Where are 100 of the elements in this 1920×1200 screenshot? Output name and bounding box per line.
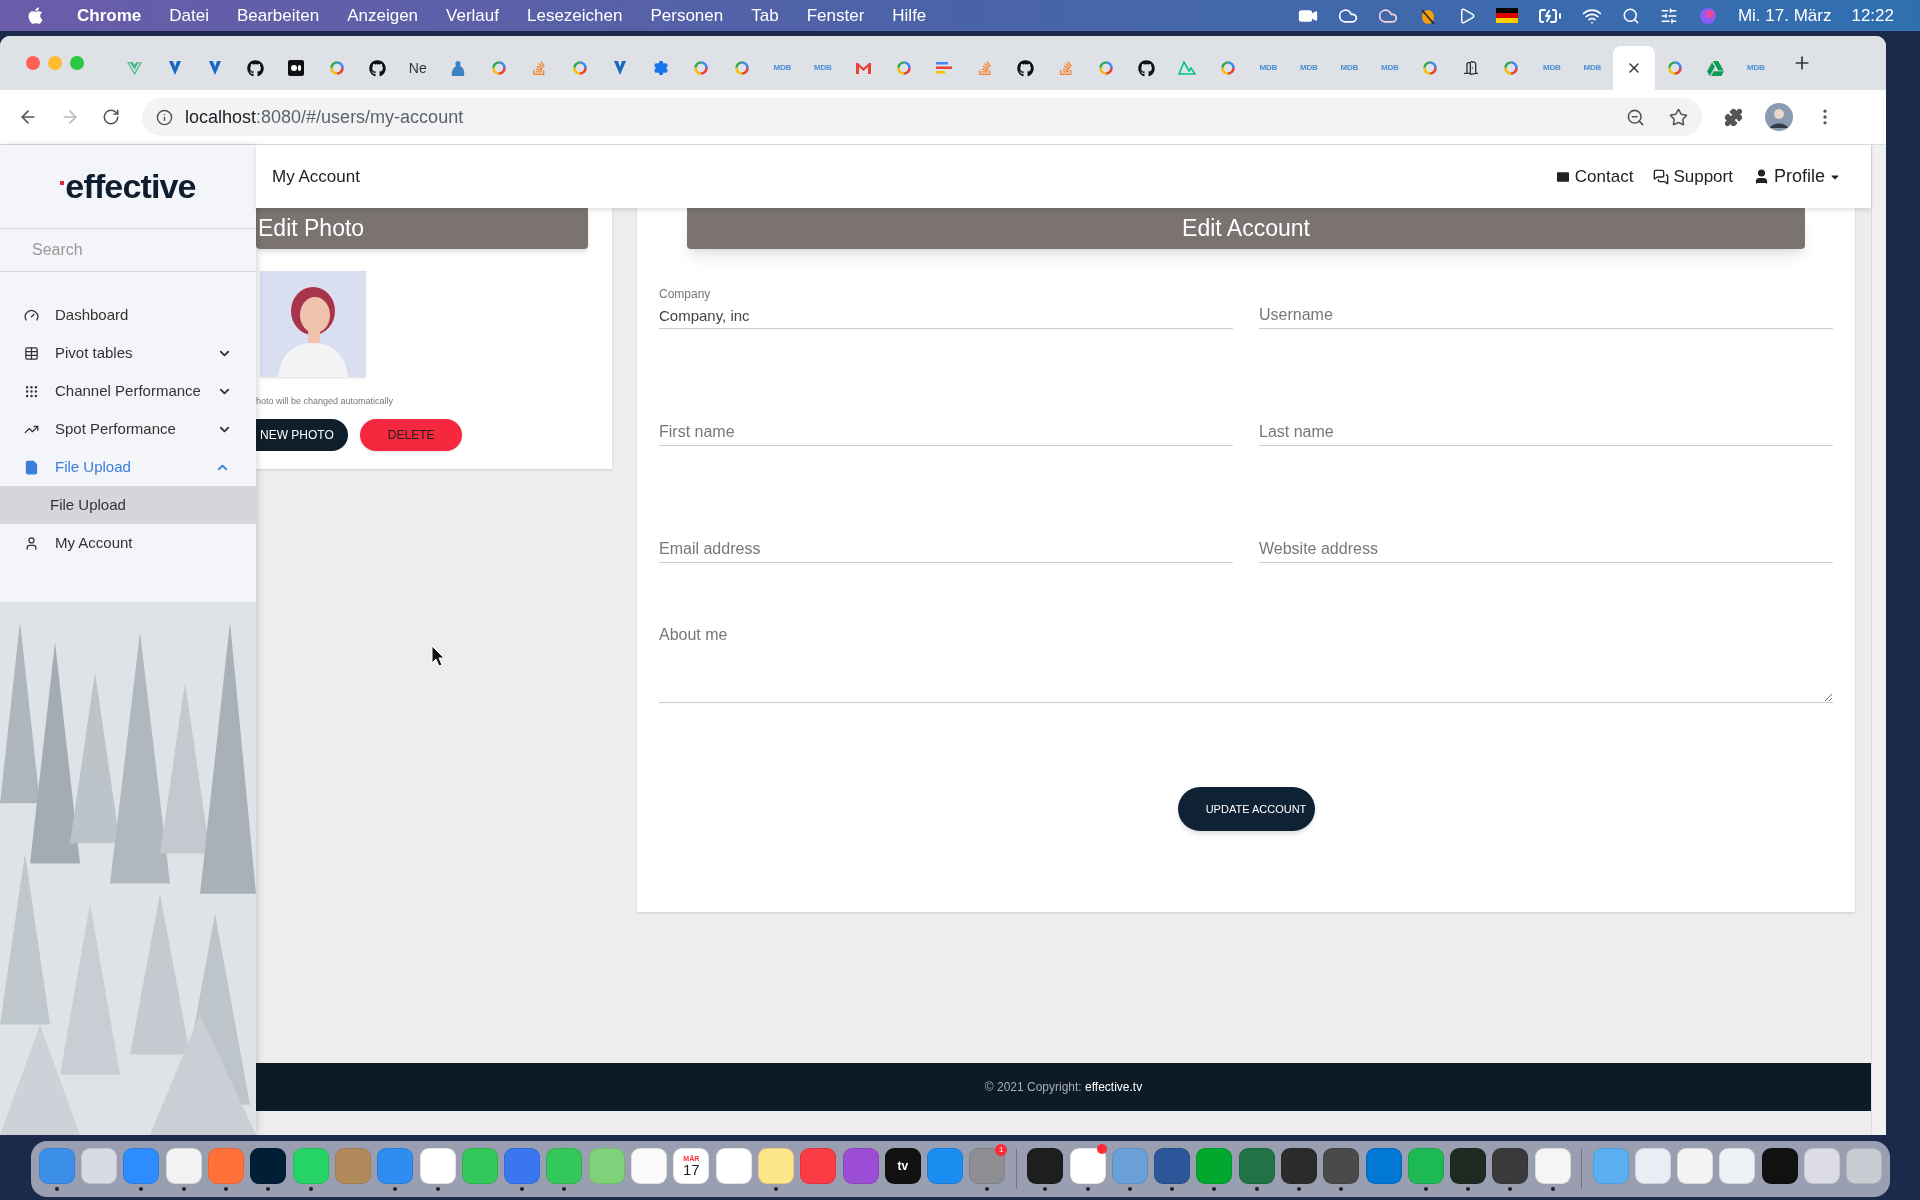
app-icon[interactable] [1025, 1147, 1066, 1191]
orb-icon[interactable] [1697, 5, 1718, 26]
favicon-text: MDB [1380, 62, 1399, 74]
favicon-icon [1706, 59, 1724, 77]
menu-date: Mi. 17. März [1737, 4, 1832, 27]
favicon-icon [1503, 60, 1520, 76]
flag-icon[interactable] [1495, 8, 1518, 23]
menu-item[interactable]: Personen [650, 2, 724, 29]
nav-item[interactable]: File Upload [0, 448, 256, 486]
minimize-window-button[interactable] [48, 56, 62, 70]
footer-link[interactable]: effective.tv [1085, 1080, 1143, 1094]
favicon-icon [976, 60, 993, 76]
favicon-text: MDB [813, 62, 832, 74]
delete-button[interactable]: DELETE [359, 418, 463, 451]
app-icon[interactable] [248, 1147, 289, 1191]
bookmark-star-icon[interactable] [1669, 107, 1688, 127]
favicon-icon [854, 61, 872, 75]
favicon-icon [1138, 59, 1156, 77]
nav-item[interactable]: Pivot tables [0, 334, 256, 372]
menu-item[interactable]: Datei [169, 2, 209, 29]
apple-icon[interactable] [26, 6, 45, 25]
favicon-icon [1098, 60, 1115, 76]
input-field[interactable]: Last name [1259, 418, 1833, 446]
tab-title: Ne [408, 58, 427, 78]
menu-clock: 12:22 [1851, 4, 1894, 27]
info-icon [156, 108, 173, 126]
zoom-icon[interactable] [1626, 107, 1645, 127]
app-icon[interactable] [1067, 1147, 1108, 1191]
favicon-icon [450, 59, 467, 77]
nav-item[interactable]: Spot Performance [0, 410, 256, 448]
notification-count: 1 [995, 1143, 1008, 1156]
input-field[interactable]: Company, inc [659, 303, 1233, 329]
menu-item[interactable]: Fenster [806, 2, 865, 29]
menu-item[interactable]: Anzeigen [347, 2, 419, 29]
logo[interactable]: effective [65, 161, 196, 212]
field-label: Company [659, 286, 712, 303]
input-field[interactable]: First name [659, 418, 1233, 446]
nav-subitem[interactable]: File Upload [0, 486, 256, 524]
favicon-icon [1666, 60, 1683, 76]
app-icon[interactable] [1152, 1147, 1192, 1191]
app-icon[interactable] [1448, 1147, 1489, 1191]
scrollbar[interactable] [1871, 145, 1886, 1135]
app-icon[interactable] [1490, 1147, 1531, 1191]
profile-menu[interactable]: Profile [1752, 163, 1841, 190]
logo-mark-icon [60, 180, 65, 185]
input-field[interactable]: Username [1259, 301, 1833, 329]
calendar-day: 17 [683, 1161, 700, 1177]
app-menu[interactable]: Chrome [77, 2, 142, 29]
favicon-text: MDB [1259, 62, 1278, 74]
nav-icon [24, 459, 39, 475]
address-bar[interactable]: localhost:8080/#/users/my-account [142, 98, 1702, 136]
menu-item[interactable]: Bearbeiten [236, 2, 320, 29]
nav-item[interactable]: My Account [0, 524, 256, 562]
update-account-button[interactable]: UPDATE ACCOUNT [1177, 787, 1315, 831]
menu-item[interactable]: Tab [751, 2, 779, 29]
nav-item[interactable]: Channel Performance [0, 372, 256, 410]
cursor-icon [431, 645, 445, 667]
favicon-icon [288, 60, 305, 76]
nav-link[interactable]: Contact [1554, 163, 1634, 190]
favicon-text: MDB [1542, 62, 1561, 74]
favicon-icon [247, 59, 265, 77]
close-window-button[interactable] [26, 56, 40, 70]
app-icon[interactable] [1321, 1147, 1362, 1191]
browser-tab[interactable]: Ne [397, 46, 438, 90]
favicon-icon [1462, 60, 1479, 76]
favicon-icon [208, 60, 223, 76]
avatar-icon[interactable] [1765, 103, 1793, 131]
favicon-icon [1422, 60, 1439, 76]
extensions-icon[interactable] [1724, 107, 1743, 127]
search-field[interactable]: Search [0, 229, 256, 272]
menu-item[interactable]: Verlauf [446, 2, 499, 29]
favicon-text: MDB [1340, 62, 1359, 74]
input-field[interactable]: Email address [659, 535, 1233, 563]
favicon-icon [693, 60, 710, 76]
favicon-icon [328, 60, 345, 76]
control-center-icon[interactable] [1659, 6, 1678, 25]
app-label: tv [897, 1157, 909, 1175]
nav-link[interactable]: Support [1653, 163, 1733, 190]
maximize-window-button[interactable] [70, 56, 84, 70]
favicon-icon [733, 60, 750, 76]
nav-item[interactable]: Dashboard [0, 296, 256, 334]
page-title: My Account [272, 165, 360, 188]
favicon-icon [571, 60, 588, 76]
hint-text: hoto will be changed automatically [256, 395, 395, 408]
search-icon[interactable] [1621, 6, 1640, 25]
input-field[interactable]: Website address [1259, 535, 1833, 563]
menu-item[interactable]: Lesezeichen [527, 2, 623, 29]
favicon-icon [936, 61, 953, 75]
favicon-icon [1219, 60, 1236, 76]
favicon-icon [125, 59, 143, 77]
menu-item[interactable]: Hilfe [892, 2, 927, 29]
upload-photo-button[interactable]: NEW PHOTO [256, 418, 348, 451]
card-title: Edit Account [1182, 214, 1310, 244]
card-title: Edit Photo [257, 214, 365, 244]
favicon-icon [490, 60, 507, 76]
about-field[interactable]: About me [659, 623, 1833, 703]
favicon-icon [531, 60, 548, 76]
reload-icon[interactable] [102, 108, 120, 126]
app-icon[interactable] [1279, 1147, 1319, 1191]
nav-icon [24, 345, 39, 361]
